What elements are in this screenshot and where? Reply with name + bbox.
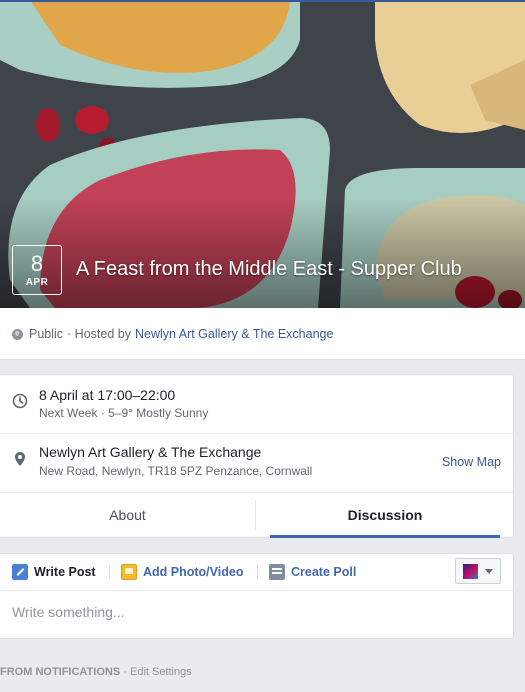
composer-separator [109, 565, 110, 579]
event-date-badge: 8 APR [12, 245, 62, 295]
tab-about[interactable]: About [0, 500, 256, 530]
create-poll-label: Create Poll [291, 565, 357, 579]
add-photo-video-label: Add Photo/Video [143, 565, 244, 579]
event-time[interactable]: 8 April at 17:00–22:00 [39, 387, 175, 403]
notifications-footer: FROM NOTIFICATIONS · Edit Settings [0, 666, 192, 678]
event-details-card: 8 April at 17:00–22:00 Next Week · 5–9° … [0, 374, 514, 538]
post-as-selector[interactable] [455, 558, 501, 584]
composer-input[interactable]: Write something... [12, 604, 125, 620]
pencil-icon [12, 564, 28, 580]
host-line: Public · Hosted by Newlyn Art Gallery & … [12, 327, 333, 341]
notifications-separator: · [123, 666, 127, 678]
tab-discussion[interactable]: Discussion [257, 492, 513, 538]
page-avatar [463, 564, 478, 579]
cover-gradient [0, 198, 525, 308]
host-link[interactable]: Newlyn Art Gallery & The Exchange [135, 327, 333, 341]
event-location-name[interactable]: Newlyn Art Gallery & The Exchange [39, 444, 261, 460]
edit-settings-link[interactable]: Edit Settings [130, 666, 192, 678]
event-time-row: 8 April at 17:00–22:00 Next Week · 5–9° … [0, 375, 513, 434]
write-post-tab[interactable]: Write Post [12, 554, 96, 590]
host-bar: Public · Hosted by Newlyn Art Gallery & … [0, 308, 525, 360]
top-border [0, 0, 525, 2]
event-date-month: APR [25, 277, 49, 288]
composer-tabs: Write Post Add Photo/Video Create Poll [0, 554, 513, 591]
event-tabs: About Discussion [0, 492, 513, 538]
add-photo-video-tab[interactable]: Add Photo/Video [121, 554, 243, 590]
privacy-label: Public [29, 327, 64, 341]
globe-icon [12, 328, 23, 340]
event-address: New Road, Newlyn, TR18 5PZ Penzance, Cor… [39, 464, 313, 478]
location-pin-icon [15, 452, 25, 466]
clock-icon [12, 393, 28, 409]
photo-icon [121, 564, 137, 580]
write-post-label: Write Post [34, 565, 96, 579]
event-date-day: 8 [30, 251, 44, 276]
post-composer: Write Post Add Photo/Video Create Poll W… [0, 553, 514, 639]
event-location-row: Newlyn Art Gallery & The Exchange New Ro… [0, 433, 513, 493]
chevron-down-icon [485, 569, 493, 574]
cover-photo: 8 APR A Feast from the Middle East - Sup… [0, 0, 525, 308]
notifications-label: FROM NOTIFICATIONS [0, 666, 121, 678]
poll-icon [269, 564, 285, 580]
hosted-by-prefix: · Hosted by [67, 327, 131, 341]
active-tab-indicator [270, 535, 500, 538]
create-poll-tab[interactable]: Create Poll [269, 554, 356, 590]
event-title: A Feast from the Middle East - Supper Cl… [76, 258, 462, 280]
show-map-link[interactable]: Show Map [442, 455, 501, 469]
composer-separator [257, 565, 258, 579]
event-weather: Next Week · 5–9° Mostly Sunny [39, 406, 209, 420]
